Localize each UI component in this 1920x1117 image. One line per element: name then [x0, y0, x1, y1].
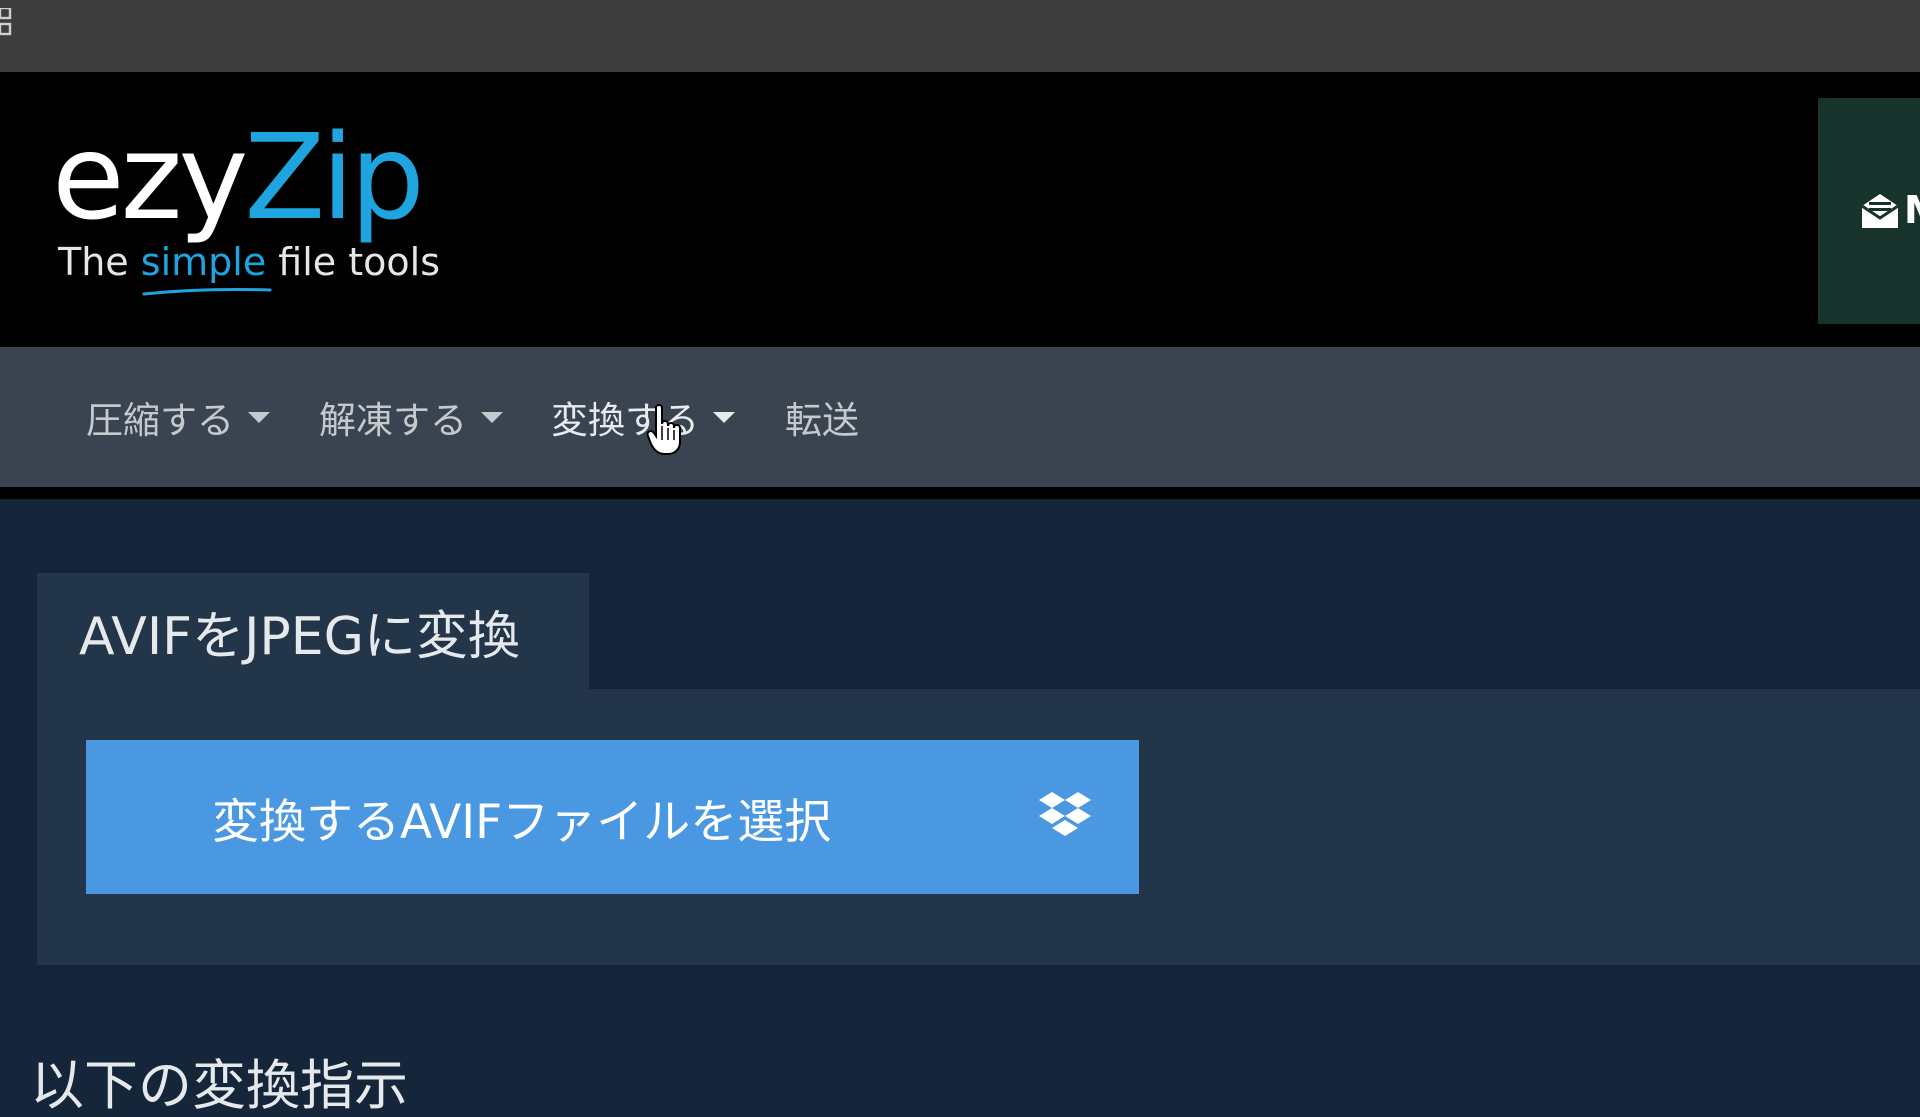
nav-item-convert[interactable]: 変換する: [551, 347, 735, 487]
tagline-before: The: [58, 240, 141, 284]
tagline-after: file tools: [266, 240, 440, 284]
nav-divider: [0, 487, 1920, 499]
tagline-highlight: simple: [140, 240, 267, 284]
caret-down-icon: [713, 411, 735, 423]
site-header: ezyZip The simple file tools M: [0, 72, 1920, 347]
main-navbar: 圧縮する 解凍する 変換する 転送: [0, 347, 1920, 487]
page-title: AVIFをJPEGに変換: [79, 607, 520, 667]
browser-top-strip: [0, 0, 1920, 72]
nav-item-label: 解凍する: [319, 399, 467, 442]
envelope-open-icon: [1861, 194, 1899, 228]
select-file-label: 変換するAVIFファイルを選択: [212, 794, 832, 850]
logo-tagline: The simple file tools: [58, 240, 440, 284]
logo-ezy-text: ezy: [52, 108, 248, 246]
nav-item-extract[interactable]: 解凍する: [319, 347, 503, 487]
login-button[interactable]: M: [1818, 98, 1920, 324]
nav-item-label: 転送: [785, 399, 859, 442]
logo-zip-text: Zip: [244, 108, 425, 246]
tagline-underline-swoosh: [142, 288, 272, 296]
select-avif-file-button[interactable]: 変換するAVIFファイルを選択: [86, 740, 1139, 894]
apps-grid-icon[interactable]: [0, 8, 14, 38]
logo-wordmark: ezyZip: [52, 102, 425, 252]
ezyzip-logo[interactable]: ezyZip The simple file tools: [52, 102, 472, 302]
dropbox-icon[interactable]: [1038, 792, 1092, 840]
login-label: M: [1904, 188, 1920, 232]
nav-item-compress[interactable]: 圧縮する: [86, 347, 270, 487]
section-heading: 以下の変換指示: [30, 1054, 408, 1117]
caret-down-icon: [481, 411, 503, 423]
hand-pointer-cursor-icon: [646, 404, 681, 455]
tool-tab: AVIFをJPEGに変換: [37, 573, 589, 690]
caret-down-icon: [248, 411, 270, 423]
nav-item-label: 圧縮する: [86, 399, 234, 442]
nav-item-transfer[interactable]: 転送: [785, 347, 859, 487]
